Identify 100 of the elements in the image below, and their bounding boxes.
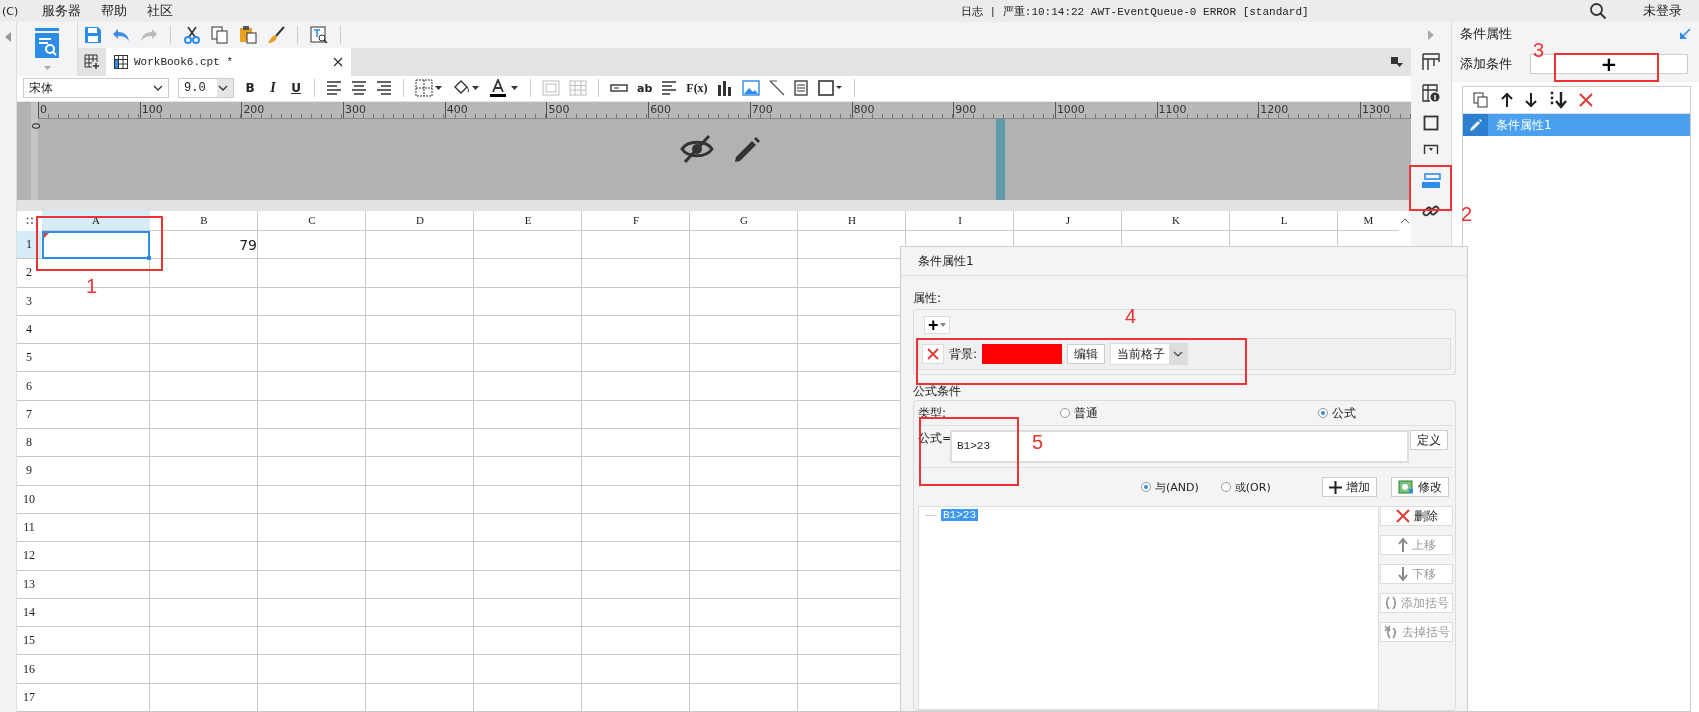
row-header[interactable]: 15	[17, 627, 41, 655]
scope-select[interactable]: 当前格子	[1110, 343, 1189, 365]
file-tab[interactable]: WorkBook6.cpt *	[106, 48, 351, 76]
text-field-icon[interactable]	[610, 83, 628, 94]
side-button[interactable]: 删除	[1380, 506, 1453, 526]
login-link[interactable]: 未登录	[1642, 2, 1682, 20]
delete-icon[interactable]	[1579, 93, 1593, 107]
logic-radio[interactable]: 或(OR)	[1220, 479, 1271, 495]
add-button[interactable]: +	[1570, 56, 1648, 72]
column-header[interactable]: H	[798, 210, 906, 231]
row-header[interactable]: 7	[17, 400, 41, 429]
image-icon[interactable]	[741, 80, 760, 97]
column-header[interactable]: C	[258, 210, 366, 231]
text-style-button[interactable]: U	[289, 81, 303, 96]
remove-button[interactable]	[922, 344, 944, 364]
modify-button[interactable]: 修改	[1391, 477, 1449, 497]
row-header[interactable]: 5	[17, 344, 41, 372]
move-to-bottom-icon[interactable]	[1549, 91, 1567, 109]
type-radio[interactable]: 公式	[1318, 404, 1356, 422]
row-header[interactable]: 10	[17, 485, 41, 513]
row-header[interactable]: 3	[17, 287, 41, 315]
select-all-icon[interactable]	[25, 216, 34, 225]
app-mark: (C)	[2, 4, 20, 18]
font-select[interactable]: 宋体	[23, 78, 169, 99]
cell-layout-icon[interactable]	[1422, 53, 1440, 71]
edit-button[interactable]: 编辑	[1067, 344, 1106, 364]
row-header[interactable]: 17	[17, 683, 41, 711]
cell-info-icon[interactable]	[1422, 84, 1440, 102]
close-icon[interactable]	[333, 57, 343, 67]
scroll-up-icon[interactable]	[1400, 217, 1410, 224]
menu-item[interactable]: 帮助	[101, 2, 127, 20]
slash-icon[interactable]	[768, 80, 785, 97]
paste-icon[interactable]	[239, 26, 257, 44]
row-header[interactable]: 6	[17, 372, 41, 400]
text-tool-button[interactable]: ab	[637, 81, 653, 95]
menu-icon[interactable]	[1391, 57, 1403, 67]
selected-cell[interactable]	[42, 230, 150, 260]
dropdown-box-icon[interactable]	[1423, 144, 1439, 154]
collapse-arrow-icon[interactable]	[5, 32, 11, 42]
arrow-down-icon[interactable]	[1525, 92, 1537, 108]
column-header[interactable]: J	[1014, 210, 1122, 231]
row-header[interactable]: 12	[17, 542, 41, 570]
ruler-label: 700	[750, 102, 773, 116]
column-header[interactable]: L	[1230, 210, 1338, 231]
scissors-icon[interactable]	[183, 26, 201, 44]
text-style-button[interactable]: B	[243, 81, 257, 96]
logic-radio[interactable]: 与(AND)	[1141, 479, 1199, 495]
add-sheet-icon[interactable]	[84, 54, 100, 70]
row-header[interactable]: 1	[17, 230, 41, 259]
border-icon[interactable]	[415, 79, 443, 98]
brush-icon[interactable]	[267, 26, 285, 44]
column-header[interactable]: K	[1122, 210, 1230, 231]
column-header[interactable]: B	[150, 210, 258, 231]
type-radio[interactable]: 普通	[1060, 404, 1098, 422]
report-icon[interactable]	[34, 28, 60, 60]
text-style-button[interactable]: I	[266, 80, 280, 97]
log-message[interactable]: 日志 | 严重:10:14:22 AWT-EventQueue-0 ERROR [standard]	[961, 3, 1309, 19]
preview-icon[interactable]	[310, 26, 328, 44]
formula-button[interactable]: F(x)	[686, 80, 708, 96]
row-header[interactable]: 13	[17, 570, 41, 598]
table-cell[interactable]: 79	[150, 230, 258, 260]
undo-icon[interactable]	[112, 27, 130, 43]
condition-attribute-icon[interactable]	[1421, 173, 1441, 189]
font-size-select[interactable]: 9.0	[178, 78, 234, 99]
square-icon[interactable]	[1423, 115, 1439, 131]
row-header[interactable]: 9	[17, 457, 41, 485]
define-button[interactable]: 定义	[1410, 430, 1448, 450]
row-header[interactable]: 2	[17, 259, 41, 287]
bar-chart-icon[interactable]	[716, 80, 733, 97]
font-color-icon[interactable]	[489, 79, 519, 98]
menu-item[interactable]: 服务器	[42, 2, 81, 20]
column-header[interactable]: I	[906, 210, 1014, 231]
copy-icon[interactable]	[1473, 92, 1489, 108]
column-header[interactable]: D	[366, 210, 474, 231]
arrow-up-icon[interactable]	[1501, 92, 1513, 108]
pencil-icon[interactable]	[732, 134, 762, 165]
align-icon[interactable]	[326, 81, 342, 96]
row-header[interactable]: 11	[17, 513, 41, 542]
document-icon[interactable]	[793, 80, 808, 97]
collapse-arrow-icon[interactable]	[1679, 28, 1691, 40]
column-header[interactable]: E	[474, 210, 582, 231]
row-header[interactable]: 8	[17, 429, 41, 457]
row-header[interactable]: 4	[17, 315, 41, 344]
search-icon[interactable]	[1588, 2, 1607, 20]
copy-icon[interactable]	[211, 26, 229, 44]
hide-icon[interactable]	[680, 133, 714, 164]
align-icon[interactable]	[376, 81, 392, 96]
column-header[interactable]: M	[1338, 210, 1399, 231]
align-icon[interactable]	[351, 81, 367, 96]
row-header[interactable]: 16	[17, 655, 41, 683]
column-header[interactable]: F	[582, 210, 690, 231]
column-header[interactable]: G	[690, 210, 798, 231]
menu-item[interactable]: 社区	[147, 2, 173, 20]
save-icon[interactable]	[84, 26, 102, 44]
paragraph-icon[interactable]	[661, 81, 678, 96]
row-header[interactable]: 14	[17, 598, 41, 627]
color-swatch[interactable]	[982, 344, 1063, 364]
frame-icon[interactable]	[816, 79, 843, 98]
add-condition-button[interactable]: 增加	[1322, 477, 1377, 497]
add-attribute-button[interactable]: +	[924, 316, 950, 334]
